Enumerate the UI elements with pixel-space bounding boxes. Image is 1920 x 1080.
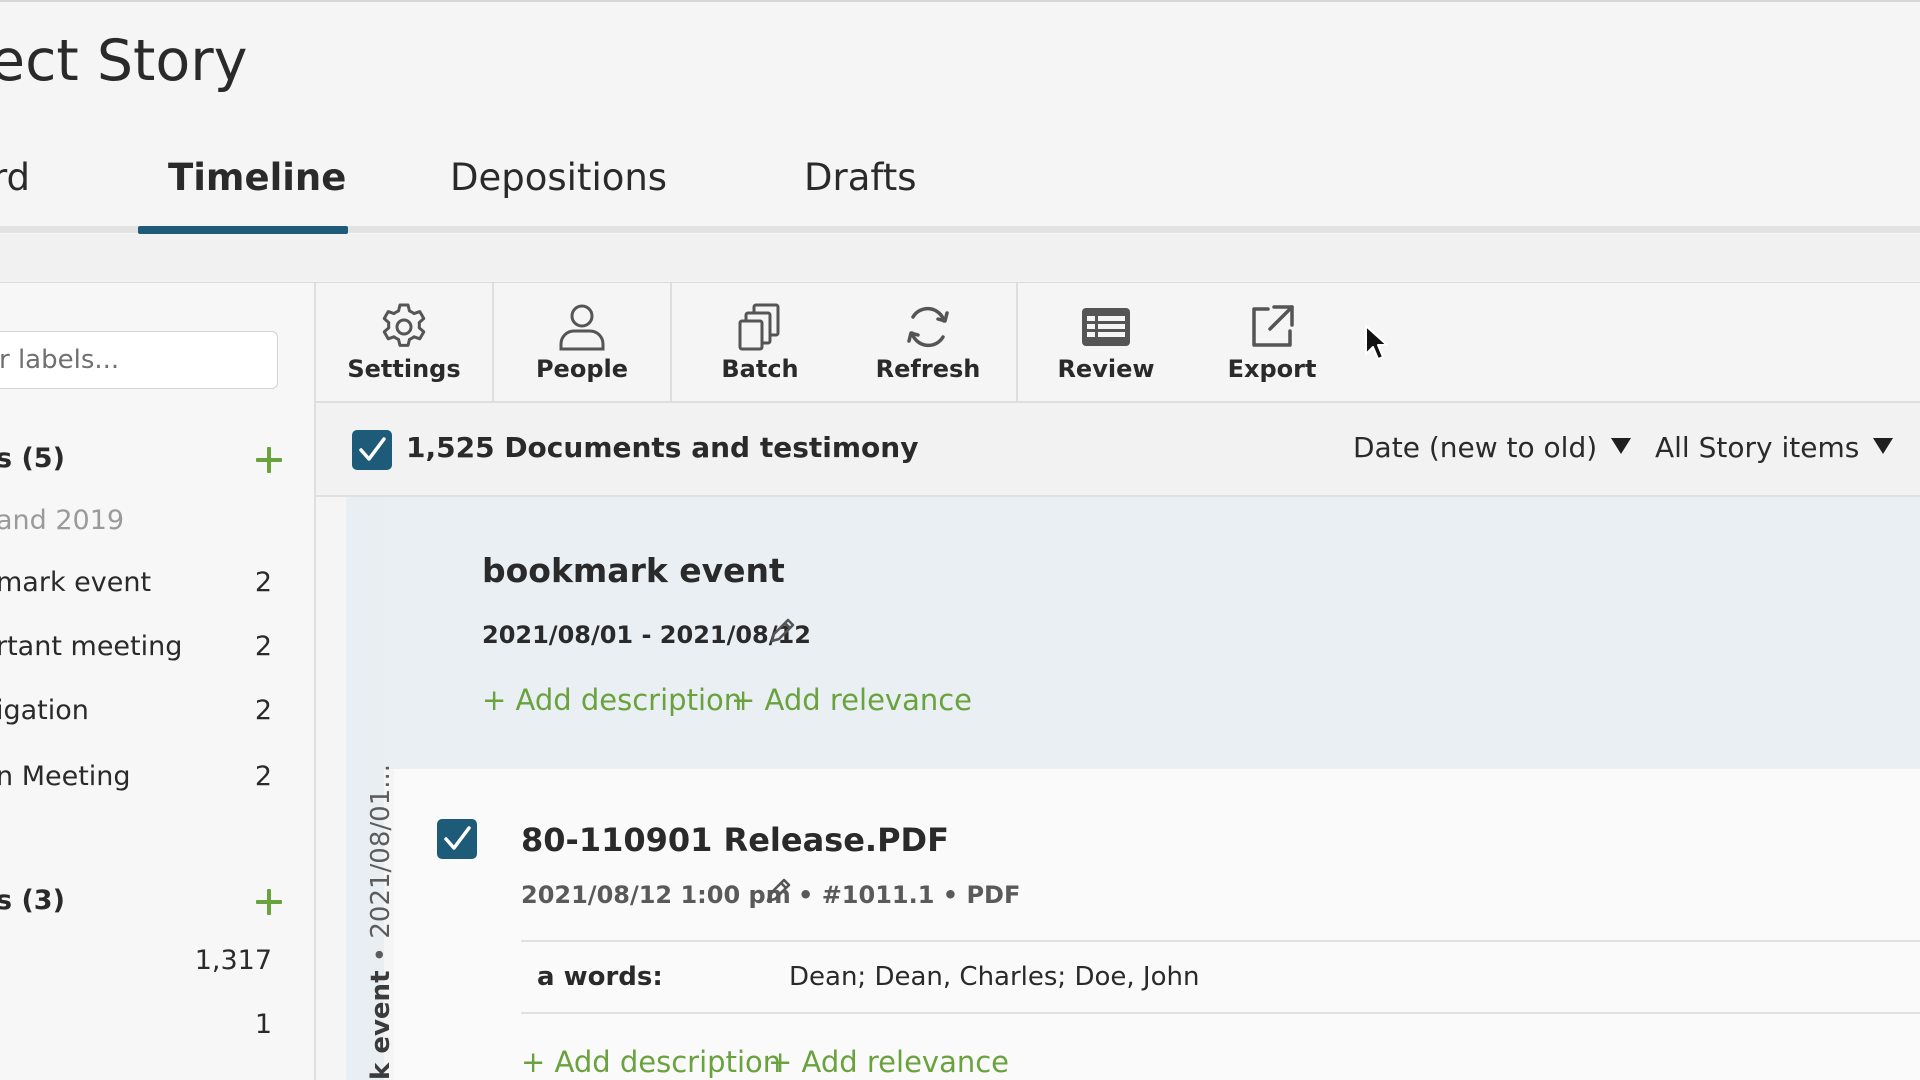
sidebar-item[interactable]: 1: [0, 1009, 276, 1049]
pencil-icon[interactable]: [762, 875, 794, 907]
caret-down-icon: [1611, 438, 1632, 454]
refresh-label: Refresh: [875, 355, 981, 383]
tab-timeline[interactable]: Timeline: [168, 156, 346, 199]
export-button[interactable]: Export: [1194, 283, 1350, 401]
sidebar-section-title: s (3): [0, 885, 65, 916]
review-table-icon: [1082, 308, 1130, 346]
sidebar-item-label: n Meeting: [0, 761, 131, 792]
sidebar-item-count: 2: [254, 567, 272, 598]
active-tab-indicator: [138, 226, 348, 234]
sidebar-section-subtitle: and 2019: [0, 505, 125, 536]
sidebar-item-count: 2: [254, 695, 272, 726]
document-datetime: 2021/08/12 1:00 pm: [521, 881, 791, 909]
settings-label: Settings: [347, 355, 461, 383]
sidebar-item-count: 1: [254, 1009, 272, 1040]
sidebar-item[interactable]: n Meeting 2: [0, 761, 276, 801]
document-checkbox[interactable]: [437, 819, 477, 859]
sidebar: s (5) and 2019 mark event 2 rtant meetin…: [0, 283, 316, 1080]
sidebar-section-title: s (5): [0, 443, 65, 474]
document-title[interactable]: 80-110901 Release.PDF: [521, 821, 949, 859]
caret-down-icon: [1873, 438, 1894, 454]
tab-bar: rd Timeline Depositions Drafts: [0, 140, 1920, 234]
checkmark-icon: [444, 826, 471, 850]
pencil-icon[interactable]: [766, 615, 798, 647]
keywords-row: a words: Dean; Dean, Charles; Doe, John: [521, 940, 1920, 1014]
timeline-rail: k event • 2021/08/01...: [346, 497, 396, 1080]
story-items-dropdown-label: All Story items: [1655, 431, 1860, 464]
add-label-button[interactable]: [254, 445, 284, 475]
add-relevance-link[interactable]: + Add relevance: [768, 1045, 1009, 1079]
page-title: ect Story: [0, 28, 248, 94]
sidebar-item[interactable]: rtant meeting 2: [0, 631, 276, 671]
batch-button[interactable]: Batch: [672, 283, 848, 401]
sidebar-item-count: 1,317: [194, 945, 272, 976]
review-button[interactable]: Review: [1018, 283, 1194, 401]
tab-depositions[interactable]: Depositions: [450, 156, 667, 199]
filter-bar: 1,525 Documents and testimony Date (new …: [316, 403, 1920, 497]
rail-date: 2021/08/01...: [366, 763, 396, 939]
sidebar-item[interactable]: igation 2: [0, 695, 276, 735]
top-border: [0, 0, 1920, 2]
mouse-pointer-icon: [1365, 325, 1388, 360]
tab-drafts[interactable]: Drafts: [804, 156, 917, 199]
document-card: 80-110901 Release.PDF 2021/08/12 1:00 pm…: [394, 769, 1920, 1080]
people-button[interactable]: People: [494, 283, 670, 401]
sidebar-item-count: 2: [254, 761, 272, 792]
add-label-button[interactable]: [254, 887, 284, 917]
sidebar-item[interactable]: mark event 2: [0, 567, 276, 607]
sidebar-item-label: igation: [0, 695, 89, 726]
refresh-button[interactable]: Refresh: [848, 283, 1008, 401]
sidebar-item-count: 2: [254, 631, 272, 662]
toolbar: Settings People Batch Refresh Review Exp…: [316, 283, 1920, 403]
rail-separator: •: [366, 938, 396, 971]
label-filter-input[interactable]: [0, 331, 278, 389]
settings-button[interactable]: Settings: [316, 283, 492, 401]
header-band: [0, 234, 1920, 283]
sort-dropdown[interactable]: Date (new to old): [1353, 431, 1632, 464]
select-all-checkbox[interactable]: [352, 430, 392, 470]
sidebar-item[interactable]: 1,317: [0, 945, 276, 985]
checkmark-icon: [359, 437, 386, 461]
export-label: Export: [1227, 355, 1317, 383]
review-label: Review: [1057, 355, 1155, 383]
rail-event-name: k event: [366, 970, 396, 1080]
people-label: People: [535, 355, 629, 383]
event-date-range: 2021/08/01 - 2021/08/12: [482, 621, 811, 649]
keywords-value: Dean; Dean, Charles; Doe, John: [789, 962, 1200, 992]
sidebar-item-label: rtant meeting: [0, 631, 183, 662]
timeline-rail-label: k event • 2021/08/01...: [366, 497, 396, 1080]
add-description-link[interactable]: + Add description: [482, 683, 742, 717]
event-title: bookmark event: [482, 551, 785, 590]
add-description-link[interactable]: + Add description: [521, 1045, 781, 1079]
gear-icon: [382, 303, 426, 347]
export-icon: [1252, 305, 1294, 347]
sidebar-item-label: mark event: [0, 567, 152, 598]
refresh-icon: [907, 306, 949, 348]
sort-dropdown-label: Date (new to old): [1353, 431, 1598, 464]
add-relevance-link[interactable]: + Add relevance: [731, 683, 972, 717]
timeline-content: bookmark event 2021/08/01 - 2021/08/12 +…: [316, 497, 1920, 1080]
documents-count-label: 1,525 Documents and testimony: [406, 431, 919, 464]
person-icon: [559, 304, 605, 351]
story-items-dropdown[interactable]: All Story items: [1655, 431, 1894, 464]
tab-dashboard[interactable]: rd: [0, 156, 30, 199]
batch-copy-icon: [738, 303, 780, 351]
batch-label: Batch: [721, 355, 799, 383]
event-header: bookmark event 2021/08/01 - 2021/08/12 +…: [346, 497, 1920, 769]
document-meta: • #1011.1 • PDF: [798, 881, 1021, 909]
keywords-label: a words:: [537, 962, 663, 992]
